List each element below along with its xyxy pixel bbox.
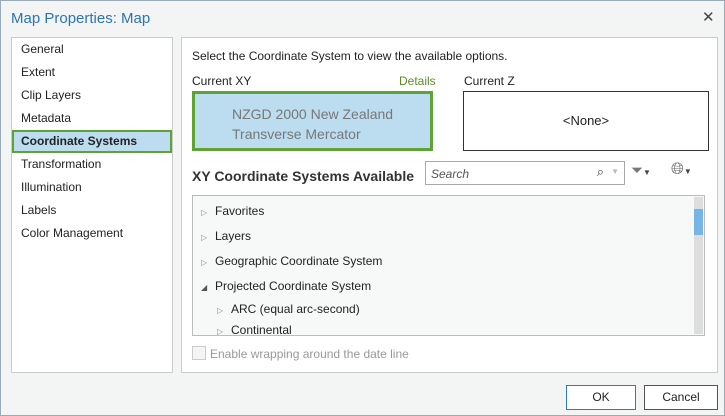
wrap-label: Enable wrapping around the date line bbox=[210, 347, 409, 361]
expand-icon[interactable]: ▷ bbox=[201, 208, 215, 217]
sidebar-nav: General Extent Clip Layers Metadata Coor… bbox=[11, 37, 173, 373]
coordinate-system-tree: ▷ Favorites ▷ Layers ▷ Geographic Coordinat… bbox=[192, 195, 705, 336]
cancel-button[interactable]: Cancel bbox=[644, 385, 718, 410]
available-heading: XY Coordinate Systems Available bbox=[192, 168, 415, 184]
current-z-label: Current Z bbox=[464, 74, 515, 88]
search-placeholder: Search bbox=[431, 167, 470, 181]
current-z-box[interactable]: <None> bbox=[463, 91, 709, 151]
ok-button[interactable]: OK bbox=[566, 385, 636, 410]
sidebar-item-general[interactable]: General bbox=[12, 38, 172, 61]
dialog-title: Map Properties: Map bbox=[11, 10, 151, 27]
current-xy-box[interactable]: NZGD 2000 New Zealand Transverse Mercato… bbox=[192, 91, 433, 151]
scrollbar-thumb[interactable] bbox=[694, 209, 703, 235]
tree-item-continental[interactable]: ▷ Continental bbox=[217, 323, 292, 336]
tree-label: Layers bbox=[215, 229, 252, 243]
sidebar-item-color-management[interactable]: Color Management bbox=[12, 222, 172, 245]
collapse-icon[interactable]: ◢ bbox=[201, 283, 215, 292]
tree-item-favorites[interactable]: ▷ Favorites bbox=[201, 204, 264, 218]
filter-icon[interactable]: ⏷▼ bbox=[631, 162, 651, 179]
tree-item-geographic[interactable]: ▷ Geographic Coordinate System bbox=[201, 254, 382, 268]
sidebar-item-illumination[interactable]: Illumination bbox=[12, 176, 172, 199]
tree-label: Geographic Coordinate System bbox=[215, 254, 383, 268]
tree-item-projected[interactable]: ◢ Projected Coordinate System bbox=[201, 279, 371, 293]
tree-label: Projected Coordinate System bbox=[215, 279, 372, 293]
expand-icon[interactable]: ▷ bbox=[201, 258, 215, 267]
search-dropdown-icon[interactable]: ▼ bbox=[611, 167, 619, 176]
sidebar-item-metadata[interactable]: Metadata bbox=[12, 107, 172, 130]
search-input[interactable]: Search ⌕ ▼ bbox=[425, 161, 625, 185]
wrap-checkbox[interactable] bbox=[192, 346, 206, 360]
add-globe-icon[interactable]: 🌐︎▼ bbox=[671, 161, 692, 179]
scrollbar[interactable] bbox=[694, 197, 703, 334]
search-icon[interactable]: ⌕ bbox=[597, 164, 604, 180]
tree-label: Continental bbox=[231, 323, 292, 336]
current-xy-line1: NZGD 2000 New Zealand bbox=[232, 106, 394, 122]
sidebar-item-clip-layers[interactable]: Clip Layers bbox=[12, 84, 172, 107]
close-icon[interactable]: ✕ bbox=[702, 8, 715, 26]
tree-label: Favorites bbox=[215, 204, 265, 218]
sidebar-item-labels[interactable]: Labels bbox=[12, 199, 172, 222]
expand-icon[interactable]: ▷ bbox=[217, 306, 231, 315]
details-link[interactable]: Details bbox=[399, 74, 436, 88]
tree-label: ARC (equal arc-second) bbox=[231, 302, 360, 316]
sidebar-item-coordinate-systems[interactable]: Coordinate Systems bbox=[12, 130, 172, 153]
expand-icon[interactable]: ▷ bbox=[201, 233, 215, 242]
tree-item-arc[interactable]: ▷ ARC (equal arc-second) bbox=[217, 302, 360, 316]
current-xy-label: Current XY bbox=[192, 74, 252, 88]
sidebar-item-extent[interactable]: Extent bbox=[12, 61, 172, 84]
sidebar-item-transformation[interactable]: Transformation bbox=[12, 153, 172, 176]
current-xy-line2: Transverse Mercator bbox=[232, 126, 361, 142]
expand-icon[interactable]: ▷ bbox=[217, 327, 231, 335]
tree-item-layers[interactable]: ▷ Layers bbox=[201, 229, 251, 243]
instruction-text: Select the Coordinate System to view the… bbox=[192, 49, 508, 63]
